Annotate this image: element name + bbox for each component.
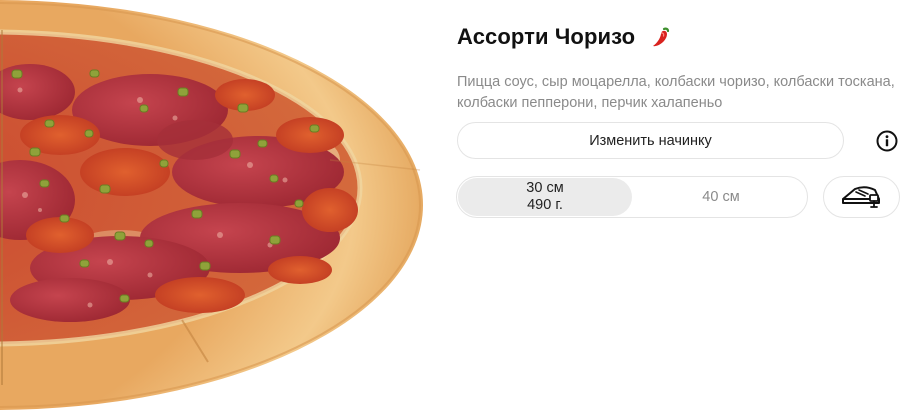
- info-icon[interactable]: [876, 130, 898, 152]
- product-title-row: Ассорти Чоризо: [457, 24, 673, 50]
- chili-pepper-icon: [649, 25, 673, 49]
- size-selector: 30 см 490 г. 40 см: [456, 176, 808, 218]
- product-title: Ассорти Чоризо: [457, 24, 636, 49]
- size-option-40[interactable]: 40 см: [635, 178, 807, 216]
- product-description: Пицца соус, сыр моцарелла, колбаски чори…: [457, 74, 895, 111]
- size-40-label: 40 см: [702, 188, 740, 205]
- pizza-box-icon: [839, 180, 885, 215]
- change-filling-label: Изменить начинку: [589, 132, 712, 149]
- size-option-30[interactable]: 30 см 490 г.: [458, 178, 632, 216]
- change-filling-button[interactable]: Изменить начинку: [457, 122, 844, 159]
- size-30-label: 30 см: [526, 180, 564, 196]
- pizza-box-button[interactable]: [823, 176, 900, 218]
- pizza-image: [0, 0, 430, 415]
- size-30-weight: 490 г.: [527, 197, 563, 213]
